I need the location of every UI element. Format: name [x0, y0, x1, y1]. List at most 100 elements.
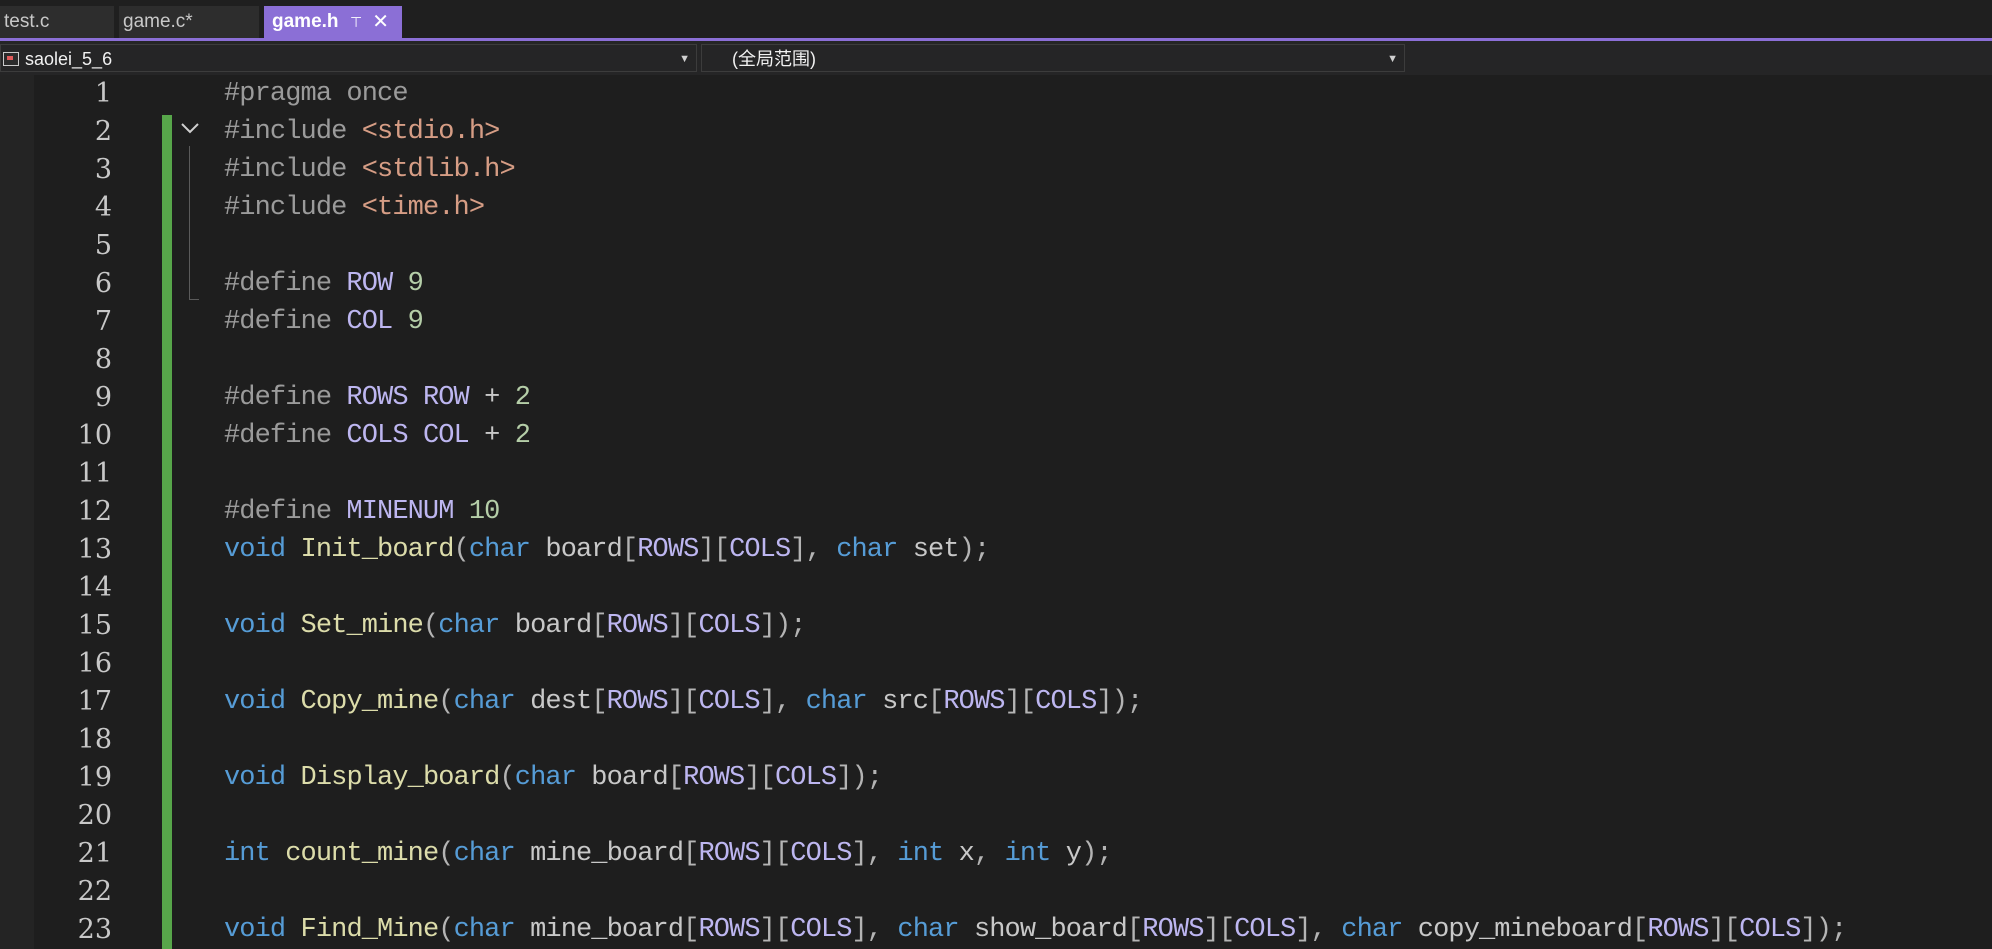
code-token: board — [530, 535, 622, 565]
code-token: ROWS — [943, 687, 1005, 717]
code-token: [ — [1126, 915, 1143, 945]
code-line[interactable]: 16 — [0, 645, 1992, 683]
code-token: , — [973, 839, 1005, 869]
code-line[interactable]: 18 — [0, 721, 1992, 759]
code-token: ( — [422, 611, 439, 641]
code-token: void — [224, 915, 286, 945]
scope-dropdown[interactable]: (全局范围) ▼ — [701, 44, 1405, 72]
code-token: set — [897, 535, 960, 565]
code-token: char — [805, 687, 868, 717]
chevron-down-icon: ▼ — [1387, 53, 1398, 65]
tab-game-h[interactable]: game.h ⊣ ✕ — [264, 6, 402, 38]
code-line[interactable]: 1 #pragma once — [0, 75, 1992, 113]
code-token: void — [224, 687, 286, 717]
code-token: #define — [224, 307, 347, 337]
line-number: 5 — [94, 230, 112, 261]
code-token: 9 — [407, 307, 424, 337]
code-line[interactable]: 10 #define COLS COL + 2 — [0, 417, 1992, 455]
code-token: ( — [453, 535, 470, 565]
code-line[interactable]: 19 void Display_board(char board[ROWS][CO… — [0, 759, 1992, 797]
code-token: ]); — [1096, 687, 1143, 717]
code-token: ][ — [698, 535, 730, 565]
code-token: 2 — [514, 421, 531, 451]
code-token: show_board — [958, 915, 1128, 945]
scope-name: (全局范围) — [732, 49, 816, 69]
code-line[interactable]: 13 void Init_board(char board[ROWS][COLS]… — [0, 531, 1992, 569]
code-token: int — [897, 839, 944, 869]
code-token: ]); — [836, 763, 883, 793]
code-editor[interactable]: 1 #pragma once 2 #include <stdio.h> 3 #includ… — [0, 75, 1992, 949]
code-token: + — [468, 421, 515, 451]
code-token: [ — [683, 915, 699, 945]
code-token: COLS — [698, 687, 760, 717]
project-dropdown[interactable]: saolei_5_6 ▼ — [0, 44, 697, 72]
close-icon[interactable]: ✕ — [372, 6, 389, 38]
code-line[interactable]: 7 #define COL 9 — [0, 303, 1992, 341]
code-line[interactable]: 2 #include <stdio.h> — [0, 113, 1992, 151]
code-token: ); — [958, 535, 990, 565]
code-token: char — [836, 535, 898, 565]
line-number: 11 — [77, 458, 112, 489]
code-token: [ — [683, 839, 699, 869]
code-line[interactable]: 9 #define ROWS ROW + 2 — [0, 379, 1992, 417]
tab-test-c[interactable]: test.c — [0, 6, 114, 38]
code-token: [ — [928, 687, 944, 717]
code-line[interactable]: 3 #include <stdlib.h> — [0, 151, 1992, 189]
code-line[interactable]: 23 void Find_Mine(char mine_board[ROWS][C… — [0, 911, 1992, 949]
tab-label: game.c* — [123, 11, 193, 32]
code-token: ROWS — [698, 915, 760, 945]
document-tab-bar: test.c game.c* game.h ⊣ ✕ — [0, 0, 1992, 41]
line-number: 17 — [77, 686, 112, 717]
line-number: 13 — [77, 534, 112, 565]
code-token: char — [453, 687, 516, 717]
code-token: ]); — [759, 611, 807, 641]
code-token: char — [453, 839, 516, 869]
code-token: MINENUM — [346, 497, 454, 527]
code-token: #include — [224, 193, 362, 223]
code-token: ROWS — [606, 611, 669, 641]
code-line[interactable]: 8 — [0, 341, 1992, 379]
code-line[interactable]: 4 #include <time.h> — [0, 189, 1992, 227]
code-token: COLS — [729, 535, 791, 565]
code-line[interactable]: 15 void Set_mine(char board[ROWS][COLS]); — [0, 607, 1992, 645]
code-token: #define — [224, 383, 347, 413]
code-line[interactable]: 17 void Copy_mine(char dest[ROWS][COLS], … — [0, 683, 1992, 721]
code-token: char — [897, 915, 959, 945]
code-token: ROWS — [637, 535, 699, 565]
code-line[interactable]: 21 int count_mine(char mine_board[ROWS][C… — [0, 835, 1992, 873]
code-token: char — [468, 535, 531, 565]
line-number: 9 — [94, 382, 112, 413]
code-token: ][ — [744, 763, 775, 793]
code-token: ][ — [1004, 687, 1036, 717]
code-text: #define ROW 9 — [224, 265, 424, 303]
code-token: COL — [346, 307, 393, 337]
code-text: #include <stdlib.h> — [224, 151, 516, 189]
code-token: COLS — [1739, 915, 1801, 945]
pin-icon[interactable]: ⊣ — [340, 16, 372, 28]
line-number: 22 — [77, 876, 112, 907]
line-number: 19 — [77, 762, 112, 793]
code-line[interactable]: 22 — [0, 873, 1992, 911]
code-text: void Set_mine(char board[ROWS][COLS]); — [224, 607, 806, 645]
code-token: COLS — [346, 421, 408, 451]
code-token: <stdio.h> — [361, 117, 501, 147]
code-line[interactable]: 14 — [0, 569, 1992, 607]
tab-game-c[interactable]: game.c* — [119, 6, 259, 38]
code-line[interactable]: 5 — [0, 227, 1992, 265]
line-number: 4 — [94, 192, 112, 223]
code-line[interactable]: 11 — [0, 455, 1992, 493]
code-token: ( — [438, 839, 454, 869]
line-number: 2 — [94, 116, 112, 147]
code-line[interactable]: 6 #define ROW 9 — [0, 265, 1992, 303]
code-line[interactable]: 12 #define MINENUM 10 — [0, 493, 1992, 531]
code-token: ROWS — [698, 839, 760, 869]
line-number: 20 — [77, 800, 112, 831]
code-token: src — [866, 687, 929, 717]
code-line[interactable]: 20 — [0, 797, 1992, 835]
code-token: ROWS — [1142, 915, 1204, 945]
